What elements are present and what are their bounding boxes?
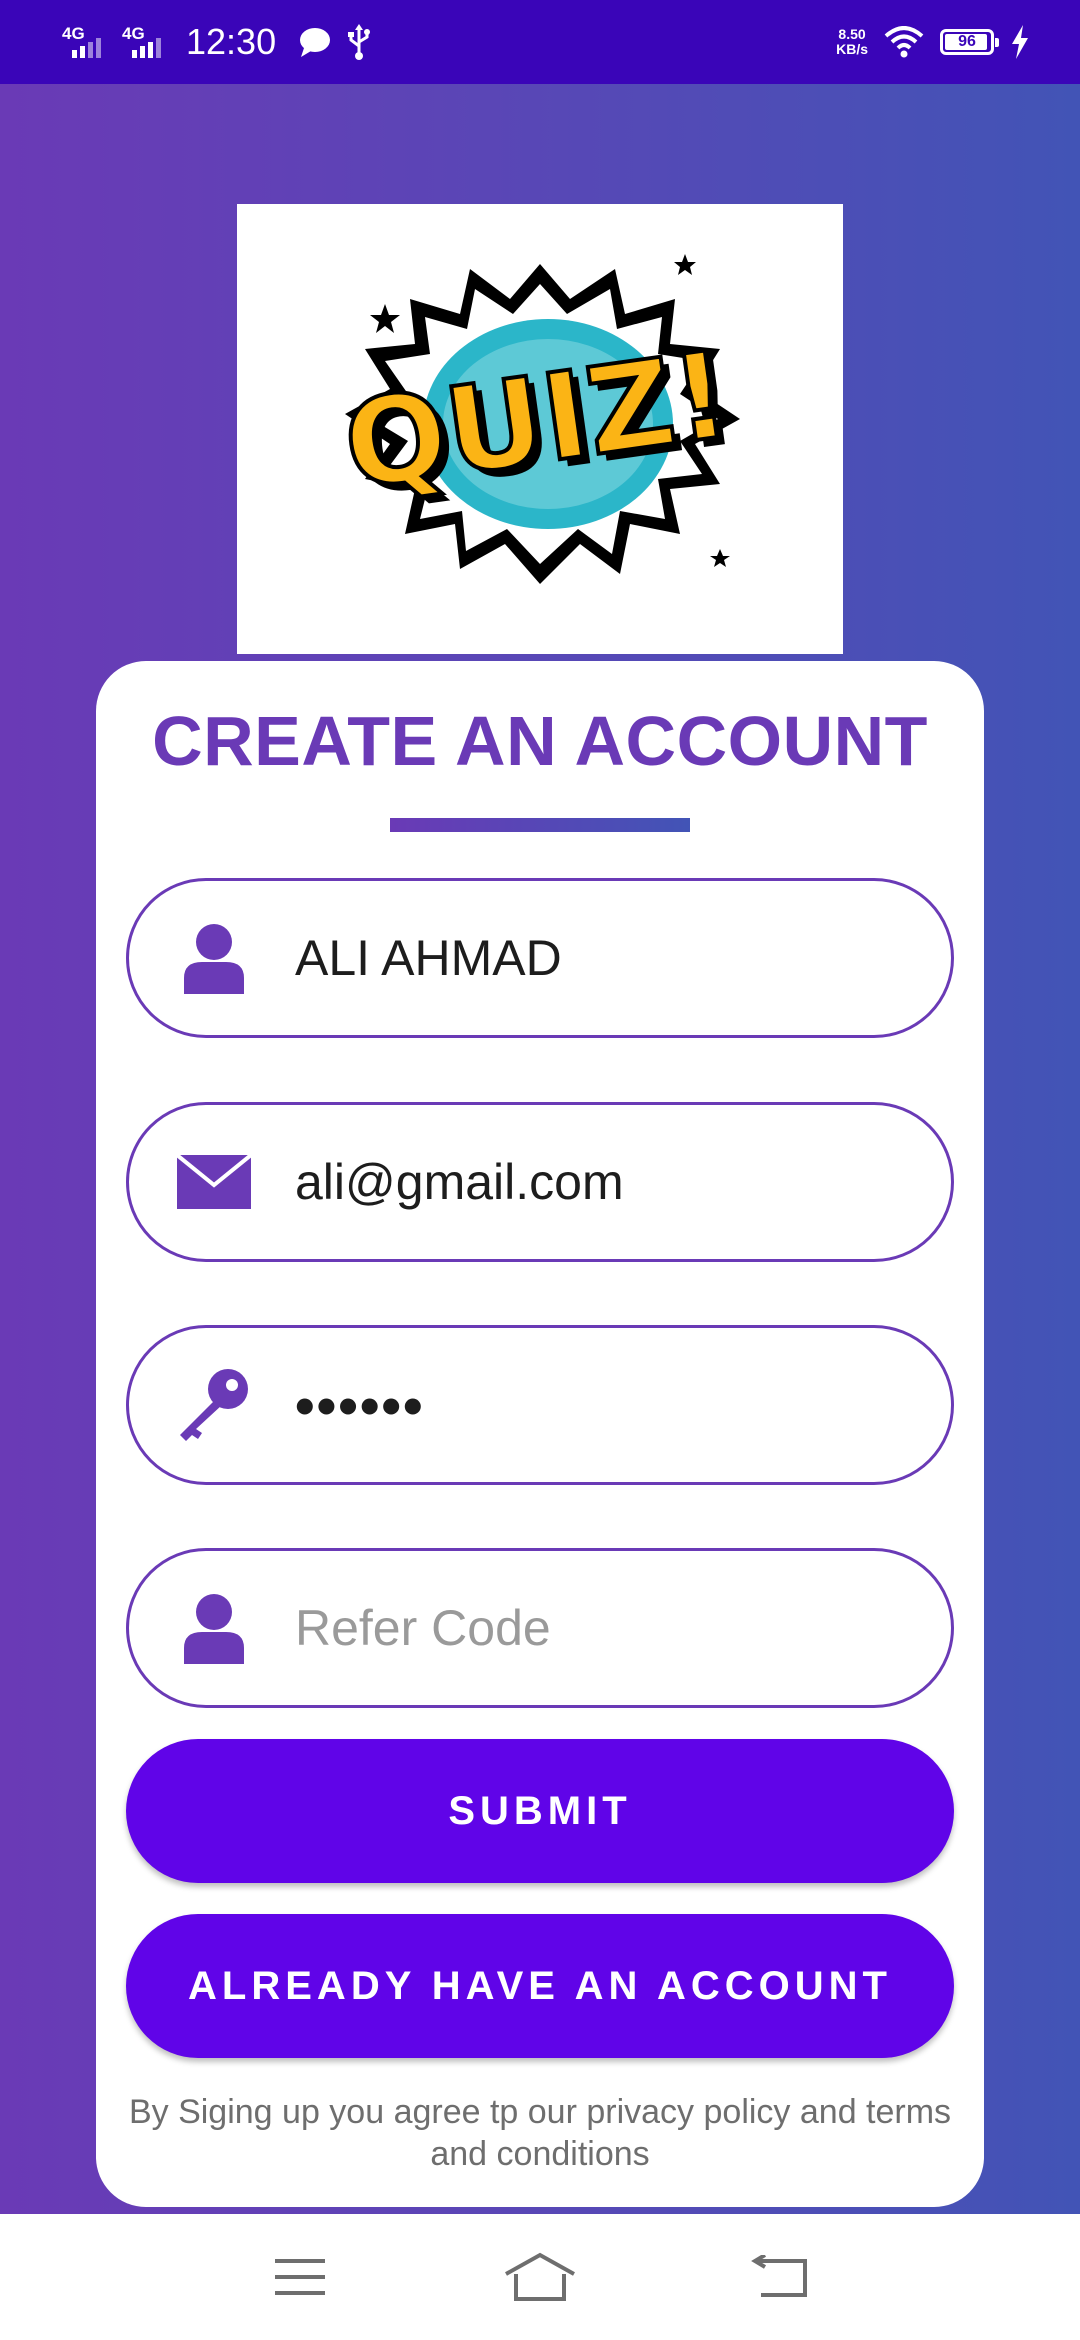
- email-field[interactable]: ali@gmail.com: [126, 1102, 954, 1262]
- back-button[interactable]: [740, 2247, 820, 2307]
- status-bar: 4G 4G 12:30 8.50 KB/s 96: [0, 0, 1080, 84]
- menu-button[interactable]: [260, 2247, 340, 2307]
- chat-bubble-icon: [300, 28, 331, 57]
- password-field[interactable]: ••••••: [126, 1325, 954, 1485]
- home-button[interactable]: [500, 2247, 580, 2307]
- name-input: ALI AHMAD: [295, 930, 562, 986]
- wifi-icon: [884, 26, 924, 58]
- battery-icon: 96: [940, 29, 999, 55]
- menu-icon: [275, 2259, 325, 2295]
- refer-code-input: Refer Code: [295, 1600, 551, 1656]
- email-input: ali@gmail.com: [295, 1154, 624, 1210]
- signal-2-icon: 4G: [122, 22, 168, 62]
- title-underline: [390, 818, 690, 832]
- usb-icon: [348, 24, 371, 60]
- refer-code-field[interactable]: Refer Code: [126, 1548, 954, 1708]
- back-icon: [751, 2255, 807, 2297]
- already-have-account-button[interactable]: ALREADY HAVE AN ACCOUNT: [126, 1914, 954, 2058]
- terms-text: By Siging up you agree tp our privacy po…: [128, 2093, 952, 2173]
- clock: 12:30: [186, 21, 277, 62]
- mail-icon: [169, 1137, 259, 1227]
- user-icon: [169, 1583, 259, 1673]
- key-icon: [169, 1360, 259, 1450]
- network-speed: 8.50 KB/s: [836, 27, 868, 57]
- submit-button[interactable]: SUBMIT: [126, 1739, 954, 1883]
- signup-card: CREATE AN ACCOUNT ALI AHMAD ali@gmail.co…: [96, 661, 984, 2207]
- user-icon: [169, 913, 259, 1003]
- system-nav-bar: [0, 2214, 1080, 2340]
- quiz-logo: QUIZ! QUIZ!: [237, 204, 843, 654]
- charging-bolt-icon: [1012, 25, 1028, 59]
- speed-value: 8.50: [838, 26, 866, 42]
- name-field[interactable]: ALI AHMAD: [126, 878, 954, 1038]
- signal-1-icon: 4G: [62, 22, 108, 62]
- password-input: ••••••: [295, 1373, 425, 1437]
- quiz-logo-image: QUIZ! QUIZ!: [334, 254, 746, 584]
- home-icon: [505, 2252, 575, 2301]
- speed-unit: KB/s: [836, 41, 868, 57]
- page-title: CREATE AN ACCOUNT: [152, 702, 928, 780]
- battery-level: 96: [958, 33, 976, 50]
